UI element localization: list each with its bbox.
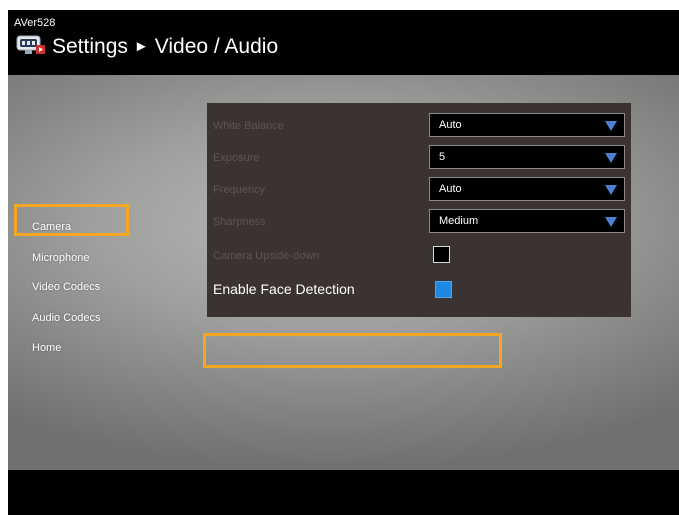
exposure-value: 5: [439, 151, 446, 163]
dropdown-arrow-icon: [605, 217, 617, 227]
frequency-value: Auto: [439, 183, 462, 195]
sidebar-item-audio-codecs[interactable]: Audio Codecs: [32, 312, 101, 324]
upside-down-checkbox[interactable]: [433, 246, 450, 263]
breadcrumb: Settings ► Video / Audio: [52, 34, 278, 62]
sidebar-item-video-codecs[interactable]: Video Codecs: [32, 281, 100, 293]
dropdown-arrow-icon: [605, 121, 617, 131]
sharpness-value: Medium: [439, 215, 479, 227]
frequency-label: Frequency: [213, 184, 265, 196]
face-detection-checkbox[interactable]: [435, 281, 452, 298]
footer-bar: [8, 470, 679, 515]
dropdown-arrow-icon: [605, 153, 617, 163]
sidebar-item-microphone[interactable]: Microphone: [32, 252, 89, 264]
sharpness-dropdown[interactable]: Medium: [429, 209, 625, 233]
breadcrumb-section: Settings: [52, 35, 128, 58]
dropdown-arrow-icon: [605, 185, 617, 195]
exposure-label: Exposure: [213, 152, 260, 164]
white-balance-label: White Balance: [213, 120, 284, 132]
settings-content: Camera Microphone Video Codecs Audio Cod…: [8, 75, 679, 470]
sharpness-label: Sharpness: [213, 216, 266, 228]
white-balance-dropdown[interactable]: Auto: [429, 113, 625, 137]
aver-camera-logo-icon: [16, 35, 45, 54]
breadcrumb-separator-icon: ►: [133, 38, 149, 55]
device-name: AVer528: [14, 17, 56, 29]
face-detection-label: Enable Face Detection: [213, 281, 355, 297]
frequency-dropdown[interactable]: Auto: [429, 177, 625, 201]
camera-settings-panel: White Balance Auto Exposure 5 Frequency …: [207, 103, 631, 317]
sidebar-item-home[interactable]: Home: [32, 342, 61, 354]
tv-screen: AVer528 Settings ► Video / Audio Camera Mi…: [8, 10, 679, 515]
exposure-dropdown[interactable]: 5: [429, 145, 625, 169]
focused-row-highlight: [203, 333, 502, 368]
header-bar: AVer528 Settings ► Video / Audio: [8, 10, 679, 75]
white-balance-value: Auto: [439, 119, 462, 131]
sidebar-item-camera[interactable]: Camera: [32, 221, 71, 233]
breadcrumb-page: Video / Audio: [154, 35, 279, 58]
upside-down-label: Camera Upside-down: [213, 250, 320, 262]
